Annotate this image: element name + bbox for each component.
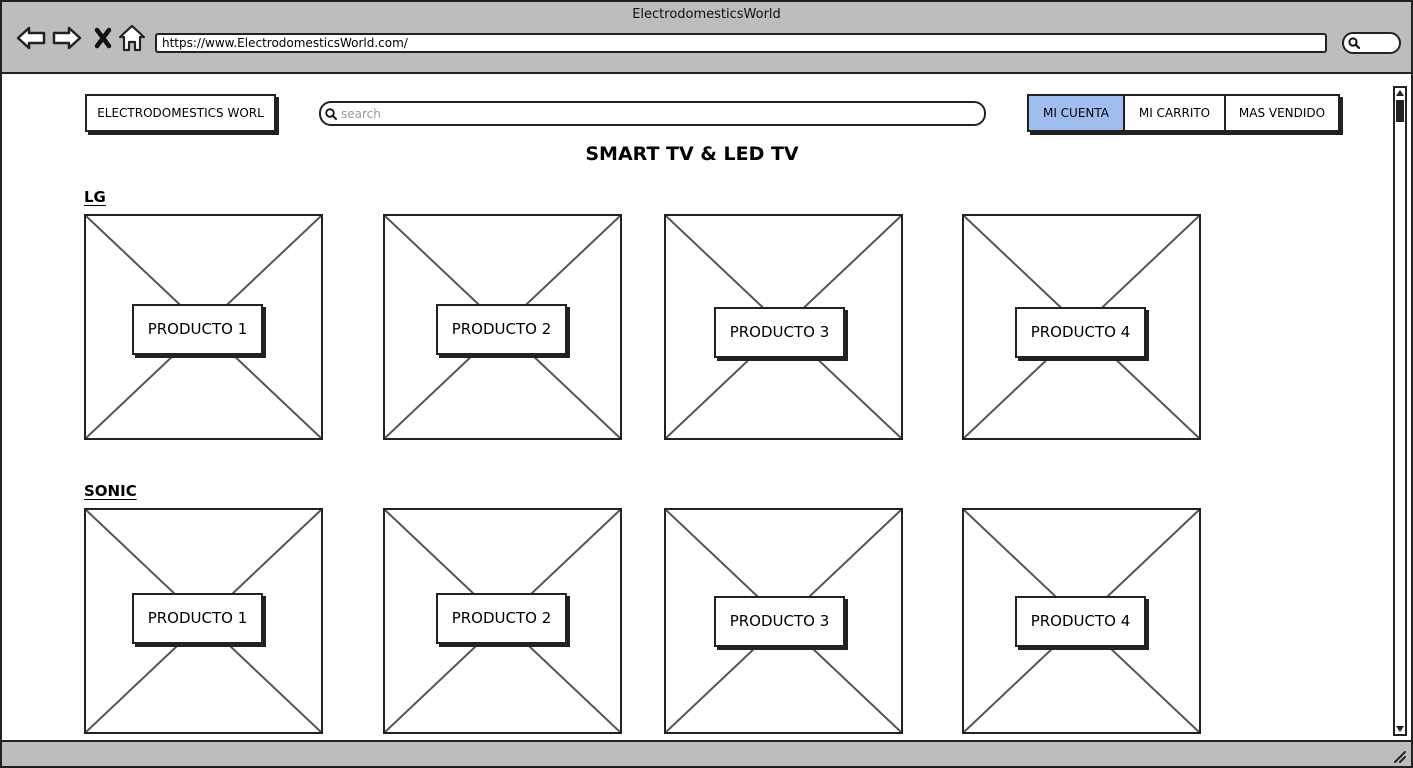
status-bar [2,740,1411,766]
address-bar[interactable]: https://www.ElectrodomesticsWorld.com/ [155,33,1327,53]
scroll-down-arrow-icon[interactable] [1395,724,1405,734]
product-card[interactable]: PRODUCTO 1 [84,214,323,440]
product-card[interactable]: PRODUCTO 4 [962,214,1201,440]
browser-window: ElectrodomesticsWorld https://www.Electr… [0,0,1413,768]
tab-mi-cuenta[interactable]: MI CUENTA [1029,96,1125,130]
product-button[interactable]: PRODUCTO 1 [132,304,263,355]
back-arrow-icon[interactable] [15,22,47,54]
product-card[interactable]: PRODUCTO 2 [383,508,622,734]
product-button[interactable]: PRODUCTO 1 [132,593,263,644]
page-title: SMART TV & LED TV [585,143,799,165]
search-input[interactable] [341,104,971,123]
product-button[interactable]: PRODUCTO 2 [436,304,567,355]
search-icon [1348,37,1361,50]
tab-mas-vendido[interactable]: MAS VENDIDO [1226,96,1338,130]
scrollbar-thumb[interactable] [1396,100,1404,122]
browser-search-field[interactable] [1342,32,1401,54]
site-logo[interactable]: ELECTRODOMESTICS WORL [85,94,276,132]
browser-toolbar: ElectrodomesticsWorld https://www.Electr… [2,2,1411,74]
product-button[interactable]: PRODUCTO 2 [436,593,567,644]
product-button[interactable]: PRODUCTO 3 [714,307,845,358]
vertical-scrollbar[interactable] [1393,86,1407,736]
product-button[interactable]: PRODUCTO 4 [1015,307,1146,358]
product-button[interactable]: PRODUCTO 4 [1015,596,1146,647]
account-nav: MI CUENTA MI CARRITO MAS VENDIDO [1027,94,1340,132]
product-card[interactable]: PRODUCTO 3 [664,214,903,440]
product-card[interactable]: PRODUCTO 4 [962,508,1201,734]
resize-grip-icon[interactable] [1391,748,1407,764]
product-button[interactable]: PRODUCTO 3 [714,596,845,647]
search-icon [325,108,337,120]
window-title: ElectrodomesticsWorld [632,7,781,22]
forward-arrow-icon[interactable] [51,22,83,54]
product-card[interactable]: PRODUCTO 1 [84,508,323,734]
tab-mi-carrito[interactable]: MI CARRITO [1125,96,1226,130]
section-title-lg: LG [84,188,106,206]
section-title-sonic: SONIC [84,482,137,500]
home-icon[interactable] [116,22,148,54]
product-card[interactable]: PRODUCTO 3 [664,508,903,734]
site-search[interactable] [319,101,986,126]
product-card[interactable]: PRODUCTO 2 [383,214,622,440]
scroll-up-arrow-icon[interactable] [1395,88,1405,98]
